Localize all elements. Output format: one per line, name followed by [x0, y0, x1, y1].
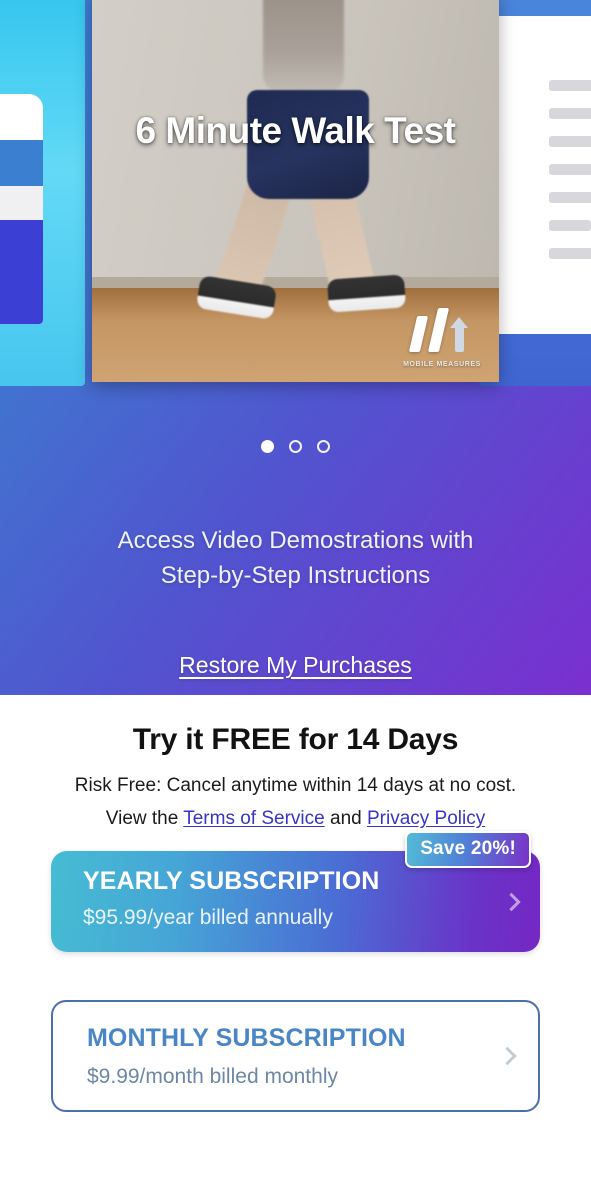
logo-bar-icon	[427, 308, 450, 352]
paywall-screen: 6 Minute Walk Test MOBILE MEASURES Acces…	[0, 0, 591, 1178]
paywall-headline: Try it FREE for 14 Days	[132, 723, 459, 756]
legal-prefix-text: View the	[105, 808, 184, 829]
paywall-subline: Risk Free: Cancel anytime within 14 days…	[74, 775, 517, 796]
yearly-plan-wrapper: YEARLY SUBSCRIPTION $95.99/year billed a…	[51, 831, 540, 952]
mobile-measures-logo: MOBILE MEASURES	[399, 308, 485, 370]
legal-conjunction-text: and	[324, 808, 367, 829]
hero-tagline-line-2: Step-by-Step Instructions	[160, 562, 431, 589]
restore-purchases-link[interactable]: Restore My Purchases	[179, 652, 412, 679]
carousel-peek-previous[interactable]	[0, 0, 85, 386]
preview-band	[0, 140, 43, 186]
preview-band	[0, 186, 43, 220]
carousel-pagination	[0, 440, 591, 453]
preview-line	[549, 136, 591, 147]
preview-line	[549, 80, 591, 91]
logo-bar-icon	[408, 316, 429, 352]
slide-figure-torso	[262, 0, 345, 94]
preview-line	[549, 108, 591, 119]
subscription-sheet: Try it FREE for 14 Days Risk Free: Cance…	[0, 695, 591, 1178]
carousel-dot-2[interactable]	[289, 440, 302, 453]
preview-line	[549, 220, 591, 231]
slide-title: 6 Minute Walk Test	[135, 110, 456, 151]
preview-line	[549, 164, 591, 175]
hero-section: 6 Minute Walk Test MOBILE MEASURES Acces…	[0, 0, 591, 695]
monthly-plan-price: $9.99/month billed monthly	[87, 1065, 338, 1088]
preview-thumbnail-next	[495, 16, 591, 334]
carousel-dot-3[interactable]	[317, 440, 330, 453]
save-badge: Save 20%!	[405, 831, 531, 868]
preview-band	[0, 220, 43, 324]
carousel-dot-1[interactable]	[261, 440, 274, 453]
yearly-plan-title: YEARLY SUBSCRIPTION	[83, 867, 380, 895]
carousel-slide-active[interactable]: 6 Minute Walk Test MOBILE MEASURES	[92, 0, 499, 382]
monthly-plan-title: MONTHLY SUBSCRIPTION	[87, 1024, 406, 1052]
yearly-plan-price: $95.99/year billed annually	[83, 906, 333, 929]
preview-thumbnail-previous	[0, 94, 43, 324]
terms-of-service-link[interactable]: Terms of Service	[183, 808, 324, 829]
privacy-policy-link[interactable]: Privacy Policy	[367, 808, 485, 829]
hero-tagline-line-1: Access Video Demostrations with	[117, 527, 474, 554]
logo-wordmark: MOBILE MEASURES	[403, 361, 481, 368]
preview-line	[549, 192, 591, 203]
legal-links-row: View the Terms of Service and Privacy Po…	[0, 808, 591, 830]
monthly-subscription-button[interactable]: MONTHLY SUBSCRIPTION $9.99/month billed …	[51, 1000, 540, 1112]
preview-line	[549, 248, 591, 259]
slide-figure-shoe	[326, 274, 407, 313]
logo-up-arrow-icon	[450, 317, 468, 352]
slide-baseboard	[92, 276, 499, 289]
restore-purchases-row: Restore My Purchases	[0, 652, 591, 679]
hero-tagline: Access Video Demostrations with Step-by-…	[0, 523, 591, 593]
